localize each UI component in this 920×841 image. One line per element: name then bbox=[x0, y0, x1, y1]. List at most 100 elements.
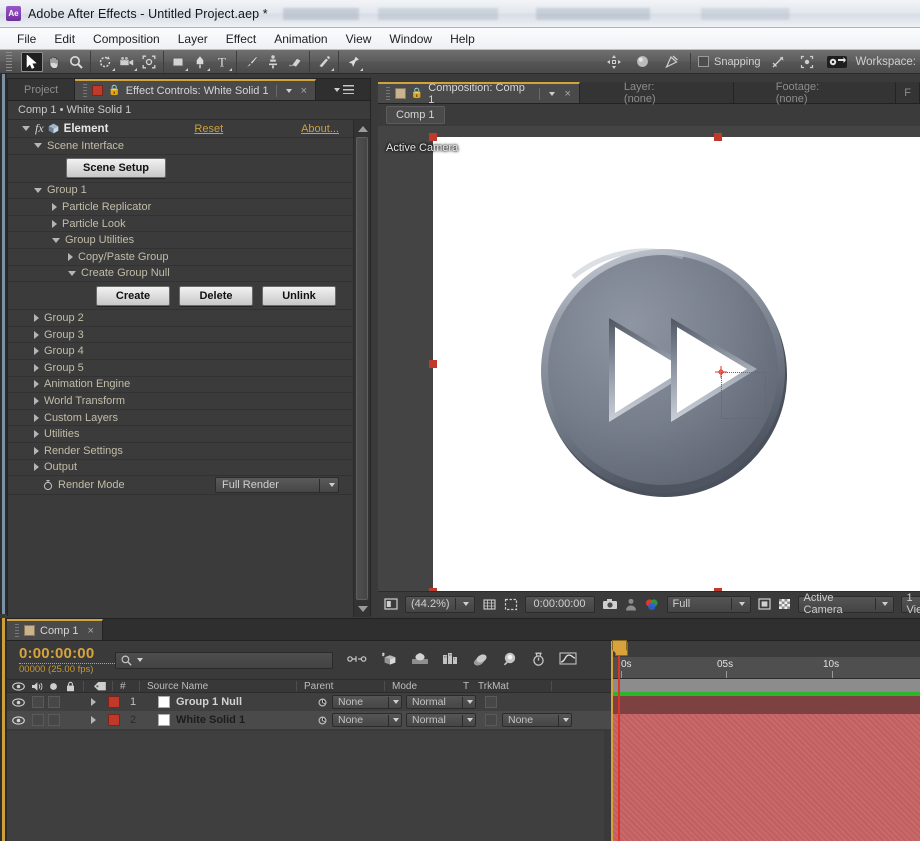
reset-link[interactable]: Reset bbox=[194, 123, 223, 135]
disclosure-triangle-open-icon[interactable] bbox=[68, 270, 76, 276]
effect-controls-scrollbar[interactable] bbox=[353, 120, 370, 617]
brush-tool[interactable] bbox=[240, 52, 262, 72]
lock-icon[interactable]: 🔒 bbox=[108, 85, 120, 96]
parent-dropdown[interactable]: None bbox=[332, 711, 406, 729]
layer-solo-toggle[interactable] bbox=[46, 711, 61, 729]
puppet-pin-tool[interactable] bbox=[342, 52, 364, 72]
trkmat-dropdown[interactable]: None bbox=[502, 711, 576, 729]
blend-mode-dropdown[interactable]: Normal bbox=[406, 711, 480, 729]
timeline-search-input[interactable] bbox=[115, 651, 333, 669]
about-link[interactable]: About... bbox=[301, 123, 339, 135]
clone-stamp-tool[interactable] bbox=[262, 52, 284, 72]
layer-lock-toggle[interactable] bbox=[61, 711, 79, 729]
comp-canvas[interactable] bbox=[433, 137, 920, 591]
layer-name[interactable]: Group 1 Null bbox=[176, 693, 312, 711]
menu-item-effect[interactable]: Effect bbox=[217, 30, 265, 48]
disclosure-triangle-closed-icon[interactable] bbox=[34, 380, 39, 389]
property-row-particle-look[interactable]: Particle Look bbox=[8, 216, 353, 233]
transparency-checkerboard-icon[interactable] bbox=[778, 596, 791, 613]
layer-audio-toggle[interactable] bbox=[29, 711, 46, 729]
selection-tool[interactable] bbox=[21, 51, 43, 72]
disclosure-triangle-closed-icon[interactable] bbox=[34, 413, 39, 422]
disclosure-triangle-closed-icon[interactable] bbox=[52, 219, 57, 228]
pen-tool[interactable] bbox=[189, 52, 211, 72]
new-3d-layer-icon[interactable] bbox=[380, 652, 398, 669]
menu-item-layer[interactable]: Layer bbox=[169, 30, 217, 48]
preserve-transparency-toggle[interactable] bbox=[480, 693, 502, 711]
toolbar-grip[interactable] bbox=[4, 51, 14, 72]
show-channel-icon[interactable] bbox=[644, 596, 660, 613]
scene-setup-button[interactable]: Scene Setup bbox=[66, 158, 166, 179]
tab-effect-controls[interactable]: 🔒 Effect Controls: White Solid 1 × bbox=[75, 79, 317, 100]
unlink-button[interactable]: Unlink bbox=[262, 285, 336, 306]
choose-grid-guide-icon[interactable] bbox=[482, 596, 497, 613]
column-header-mode[interactable]: Mode bbox=[385, 680, 457, 692]
snapping-checkbox[interactable] bbox=[697, 56, 709, 67]
transform-axis-icon[interactable] bbox=[603, 52, 625, 72]
delete-button[interactable]: Delete bbox=[179, 285, 253, 306]
comp-handle-bottom-left[interactable] bbox=[429, 588, 437, 591]
magnification-dropdown[interactable]: (44.2%) bbox=[405, 595, 475, 613]
stacked-discs-icon[interactable] bbox=[472, 652, 489, 669]
render-mode-dropdown[interactable]: Full Render bbox=[215, 477, 339, 494]
chevron-down-icon[interactable] bbox=[549, 91, 556, 96]
timeline-graph-area[interactable]: 0s 05s 10s bbox=[611, 640, 920, 841]
zoom-tool[interactable] bbox=[65, 52, 87, 72]
type-tool[interactable]: T bbox=[211, 52, 233, 72]
disclosure-triangle-open-icon[interactable] bbox=[22, 126, 30, 131]
property-row-group-5[interactable]: Group 5 bbox=[8, 360, 353, 377]
comp-handle-bottom-center[interactable] bbox=[714, 588, 722, 591]
snap-arrow-icon[interactable] bbox=[767, 52, 789, 72]
disclosure-triangle-open-icon[interactable] bbox=[52, 237, 60, 243]
camera-view-dropdown[interactable]: Active Camera bbox=[797, 592, 894, 616]
layer-audio-toggle[interactable] bbox=[29, 693, 46, 711]
property-row-group-3[interactable]: Group 3 bbox=[8, 327, 353, 344]
layer-duration-bar-1[interactable] bbox=[613, 696, 920, 714]
world-axis-icon[interactable] bbox=[661, 52, 683, 72]
lock-icon[interactable]: 🔒 bbox=[411, 88, 423, 99]
timeline-empty-area[interactable] bbox=[7, 731, 604, 841]
tab-flowchart[interactable]: F bbox=[896, 82, 920, 103]
eraser-tool[interactable] bbox=[284, 52, 306, 72]
disclosure-triangle-closed-icon[interactable] bbox=[34, 347, 39, 356]
chevron-down-icon[interactable] bbox=[137, 658, 143, 662]
property-row-copy-paste-group[interactable]: Copy/Paste Group bbox=[8, 249, 353, 266]
property-row-render-mode[interactable]: Render Mode Full Render bbox=[8, 476, 353, 496]
layer-disclosure-icon[interactable] bbox=[88, 693, 104, 711]
scroll-up-arrow-icon[interactable] bbox=[354, 120, 370, 137]
local-axis-icon[interactable] bbox=[632, 52, 654, 72]
layer-name[interactable]: White Solid 1 bbox=[176, 711, 312, 729]
property-row-create-group-null[interactable]: Create Group Null bbox=[8, 266, 353, 283]
close-icon[interactable]: × bbox=[88, 625, 94, 637]
layer-solo-toggle[interactable] bbox=[46, 693, 61, 711]
hand-tool[interactable] bbox=[43, 52, 65, 72]
menu-item-window[interactable]: Window bbox=[380, 30, 441, 48]
close-icon[interactable]: × bbox=[301, 85, 307, 97]
tab-timeline-comp-1[interactable]: Comp 1 × bbox=[7, 619, 103, 640]
disclosure-triangle-closed-icon[interactable] bbox=[34, 396, 39, 405]
show-snapshot-icon[interactable] bbox=[625, 596, 637, 613]
take-snapshot-icon[interactable] bbox=[602, 596, 618, 613]
menu-item-composition[interactable]: Composition bbox=[84, 30, 169, 48]
rotation-tool[interactable] bbox=[94, 52, 116, 72]
column-header-t[interactable]: T bbox=[457, 680, 475, 692]
disclosure-triangle-closed-icon[interactable] bbox=[34, 446, 39, 455]
property-row-animation-engine[interactable]: Animation Engine bbox=[8, 377, 353, 394]
disclosure-triangle-open-icon[interactable] bbox=[34, 143, 42, 149]
property-row-custom-layers[interactable]: Custom Layers bbox=[8, 410, 353, 427]
disclosure-triangle-closed-icon[interactable] bbox=[34, 363, 39, 372]
playhead[interactable] bbox=[612, 640, 627, 841]
comp-chip[interactable]: Comp 1 bbox=[386, 106, 445, 124]
work-area-bar[interactable] bbox=[613, 679, 920, 692]
camera-tool[interactable] bbox=[116, 52, 138, 72]
pan-behind-tool[interactable] bbox=[138, 52, 160, 72]
create-button[interactable]: Create bbox=[96, 285, 170, 306]
graph-editor-icon[interactable] bbox=[559, 652, 577, 668]
layer-visibility-toggle[interactable] bbox=[7, 693, 29, 711]
property-row-particle-replicator[interactable]: Particle Replicator bbox=[8, 199, 353, 216]
column-header-parent[interactable]: Parent bbox=[297, 680, 384, 692]
property-row-group-1[interactable]: Group 1 bbox=[8, 183, 353, 200]
shape-tool[interactable] bbox=[167, 52, 189, 72]
timeline-ruler[interactable]: 0s 05s 10s bbox=[613, 657, 920, 679]
parent-dropdown[interactable]: None bbox=[332, 693, 406, 711]
